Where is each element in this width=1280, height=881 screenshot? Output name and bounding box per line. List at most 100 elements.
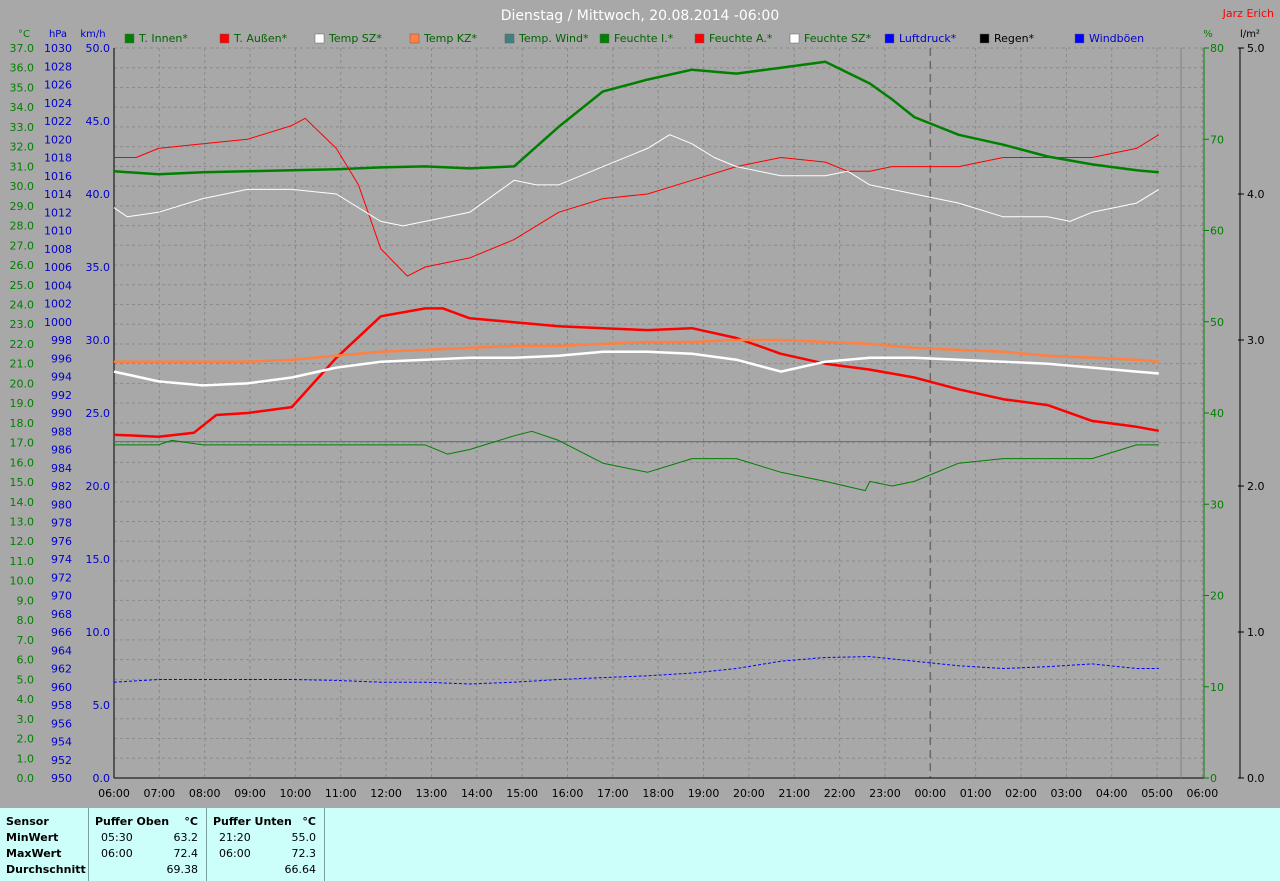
stats-max-row: 06:00 72.3 — [213, 846, 318, 862]
humidity-tick-label: 10 — [1210, 681, 1224, 694]
wind-tick-label: 20.0 — [86, 480, 111, 493]
time-tick-label: 06:00 — [1187, 787, 1219, 800]
legend-swatch — [1074, 33, 1085, 44]
pressure-tick-label: 970 — [51, 590, 72, 603]
avg-value: 66.64 — [284, 863, 317, 876]
max-value: 72.4 — [173, 847, 199, 860]
buffer-unit: °C — [302, 815, 316, 828]
legend-item: T. Innen* — [124, 32, 188, 45]
temp-tick-label: 13.0 — [10, 516, 35, 529]
time-tick-label: 09:00 — [234, 787, 266, 800]
rain-tick-label: 0.0 — [1247, 772, 1265, 785]
pressure-tick-label: 972 — [51, 571, 72, 584]
temp-tick-label: 10.0 — [10, 575, 35, 588]
stats-min-row: 21:20 55.0 — [213, 830, 318, 846]
max-time: 06:00 — [219, 847, 251, 860]
legend-swatch — [884, 33, 895, 44]
pressure-tick-label: 1008 — [44, 243, 72, 256]
temp-tick-label: 31.0 — [10, 160, 35, 173]
legend-item: T. Außen* — [219, 32, 288, 45]
stats-panel: Sensor MinWert MaxWert Durchschnitt Puff… — [0, 808, 1280, 881]
pressure-tick-label: 1012 — [44, 206, 72, 219]
legend-swatch — [504, 33, 515, 44]
pressure-tick-label: 994 — [51, 371, 72, 384]
humidity-tick-label: 70 — [1210, 133, 1224, 146]
legend-label: Feuchte SZ* — [804, 32, 872, 45]
legend-swatch — [599, 33, 610, 44]
temp-tick-label: 6.0 — [17, 654, 35, 667]
stats-label-column: Sensor MinWert MaxWert Durchschnitt — [0, 808, 89, 881]
time-tick-label: 07:00 — [143, 787, 175, 800]
pressure-tick-label: 982 — [51, 480, 72, 493]
pressure-tick-label: 958 — [51, 699, 72, 712]
temp-tick-label: 32.0 — [10, 141, 35, 154]
pressure-tick-label: 978 — [51, 517, 72, 530]
pressure-axis-unit: hPa — [49, 29, 67, 40]
temp-tick-label: 29.0 — [10, 200, 35, 213]
buffer-unit: °C — [184, 815, 198, 828]
legend-label: Temp KZ* — [423, 32, 478, 45]
temp-tick-label: 30.0 — [10, 180, 35, 193]
temp-tick-label: 20.0 — [10, 377, 35, 390]
pressure-tick-label: 966 — [51, 626, 72, 639]
temp-tick-label: 21.0 — [10, 358, 35, 371]
temp-tick-label: 8.0 — [17, 614, 35, 627]
temp-tick-label: 25.0 — [10, 279, 35, 292]
wind-tick-label: 0.0 — [93, 772, 111, 785]
wind-tick-label: 30.0 — [86, 334, 111, 347]
pressure-tick-label: 980 — [51, 498, 72, 511]
user-name: Jarz Erich — [1222, 7, 1274, 20]
time-tick-label: 17:00 — [597, 787, 629, 800]
stats-label-avg: Durchschnitt — [6, 863, 86, 876]
pressure-tick-label: 1000 — [44, 316, 72, 329]
humidity-tick-label: 40 — [1210, 407, 1224, 420]
time-tick-label: 22:00 — [824, 787, 856, 800]
legend-label: Temp SZ* — [328, 32, 382, 45]
legend-label: T. Innen* — [138, 32, 188, 45]
pressure-tick-label: 976 — [51, 535, 72, 548]
time-tick-label: 03:00 — [1050, 787, 1082, 800]
pressure-tick-label: 1030 — [44, 42, 72, 55]
wind-tick-label: 40.0 — [86, 188, 111, 201]
pressure-tick-label: 968 — [51, 608, 72, 621]
time-tick-label: 13:00 — [416, 787, 448, 800]
legend-item: Temp SZ* — [314, 32, 382, 45]
temp-tick-label: 16.0 — [10, 456, 35, 469]
humidity-axis-unit: % — [1203, 29, 1213, 40]
temp-tick-label: 27.0 — [10, 239, 35, 252]
buffer-name: Puffer Oben — [95, 815, 170, 828]
time-tick-label: 19:00 — [688, 787, 720, 800]
rain-tick-label: 5.0 — [1247, 42, 1265, 55]
temp-tick-label: 4.0 — [17, 693, 35, 706]
stats-label-min: MinWert — [6, 831, 59, 844]
legend-item: Temp. Wind* — [504, 32, 589, 45]
wind-tick-label: 15.0 — [86, 553, 111, 566]
time-tick-label: 12:00 — [370, 787, 402, 800]
wind-tick-label: 10.0 — [86, 626, 111, 639]
time-tick-label: 00:00 — [914, 787, 946, 800]
temp-tick-label: 28.0 — [10, 220, 35, 233]
stats-column-puffer-unten: Puffer Unten °C 21:20 55.0 06:00 72.3 66.64 — [207, 808, 325, 881]
pressure-tick-label: 1018 — [44, 152, 72, 165]
rain-tick-label: 3.0 — [1247, 334, 1265, 347]
pressure-tick-label: 1002 — [44, 298, 72, 311]
legend-swatch — [789, 33, 800, 44]
temp-tick-label: 14.0 — [10, 496, 35, 509]
rain-tick-label: 4.0 — [1247, 188, 1265, 201]
legend-swatch — [979, 33, 990, 44]
temp-axis-unit: °C — [18, 29, 30, 40]
temp-tick-label: 2.0 — [17, 733, 35, 746]
wind-tick-label: 50.0 — [86, 42, 111, 55]
pressure-tick-label: 988 — [51, 425, 72, 438]
pressure-tick-label: 1016 — [44, 170, 72, 183]
pressure-tick-label: 960 — [51, 681, 72, 694]
stats-buffer-header: Puffer Unten °C — [213, 814, 318, 830]
legend-swatch — [314, 33, 325, 44]
legend-label: Feuchte A.* — [709, 32, 773, 45]
temp-tick-label: 5.0 — [17, 673, 35, 686]
pressure-tick-label: 1022 — [44, 115, 72, 128]
legend-label: Windböen — [1089, 32, 1144, 45]
temp-tick-label: 9.0 — [17, 594, 35, 607]
pressure-tick-label: 992 — [51, 389, 72, 402]
time-tick-label: 23:00 — [869, 787, 901, 800]
